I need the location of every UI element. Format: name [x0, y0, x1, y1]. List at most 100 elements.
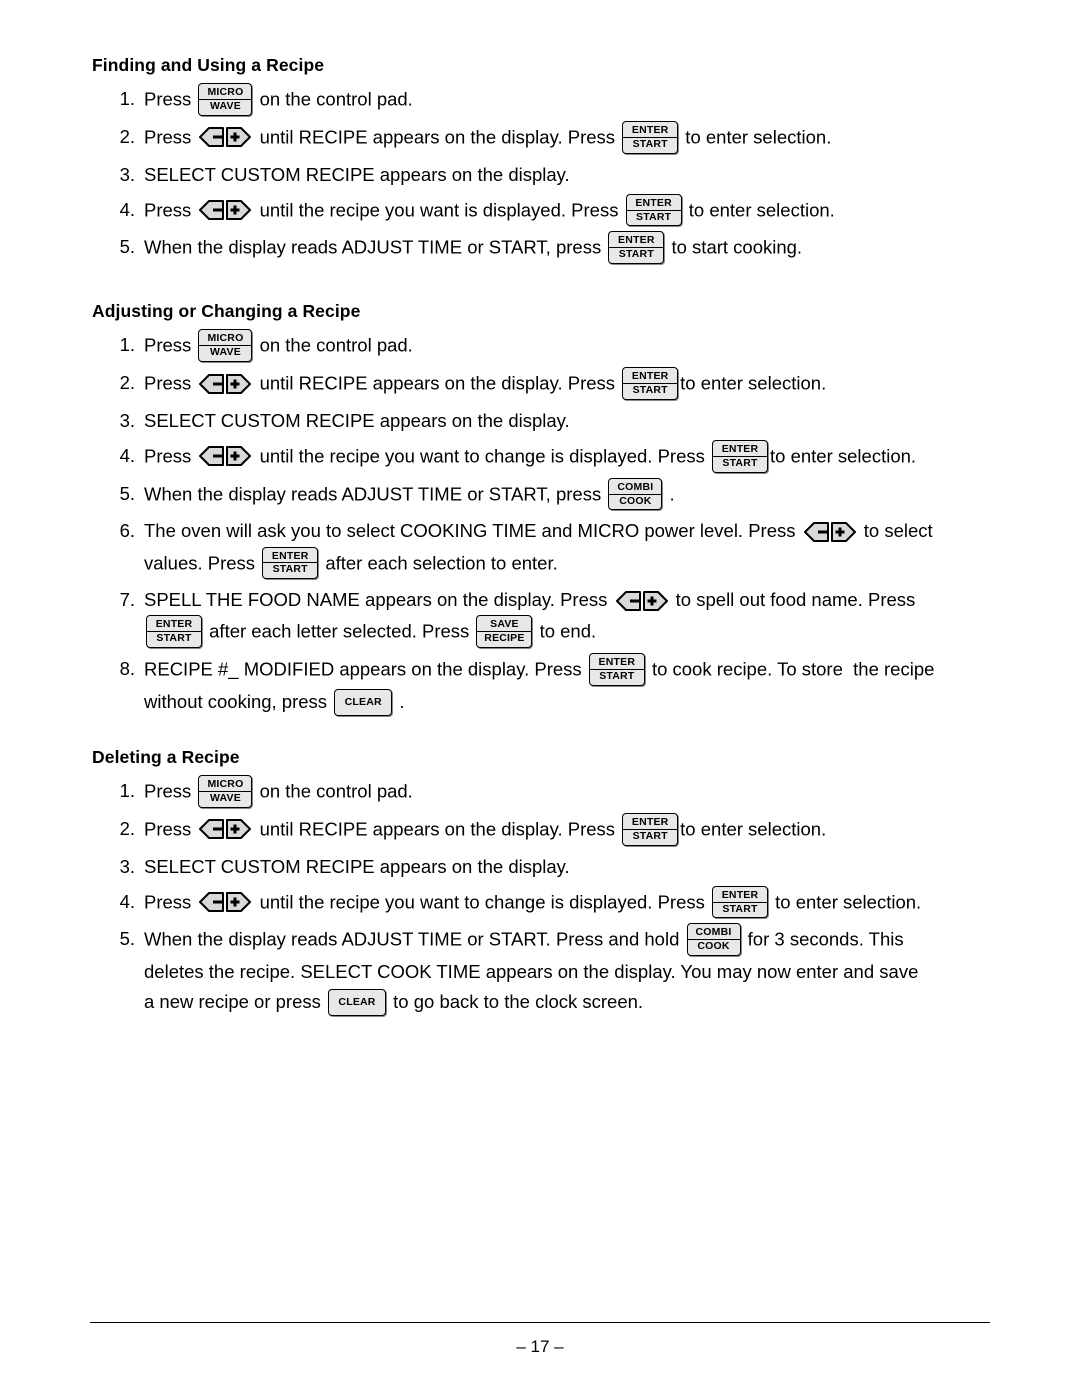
- step-number: 6.: [119, 520, 135, 542]
- key-label-line1: ENTER: [713, 443, 767, 457]
- combi-cook-key[interactable]: COMBI COOK: [686, 923, 741, 957]
- key-label-line2: START: [722, 456, 758, 469]
- step-list: 1. Press MICRO WAVE on the control pad. 2. P…: [92, 83, 990, 265]
- right-arrow-icon[interactable]: [830, 520, 856, 544]
- step-text: RECIPE #_ MODIFIED appears on the displa…: [144, 658, 587, 680]
- key-label-line2: WAVE: [209, 99, 241, 112]
- left-arrow-icon[interactable]: [615, 589, 642, 613]
- right-arrow-icon[interactable]: [225, 125, 252, 149]
- key-label-line2: START: [156, 632, 192, 645]
- micro-wave-key[interactable]: MICRO WAVE: [198, 775, 253, 808]
- key-label-line1: ENTER: [623, 371, 678, 384]
- section-title: Deleting a Recipe: [92, 747, 240, 768]
- step-text: until the recipe you want to change is d…: [254, 445, 710, 467]
- step-text: to enter selection.: [680, 372, 827, 394]
- step-number: 2.: [119, 125, 135, 147]
- key-label-line2: START: [722, 902, 758, 915]
- clear-key[interactable]: CLEAR: [334, 688, 393, 716]
- step-number: 3.: [119, 855, 135, 877]
- step-text: Press: [144, 88, 197, 110]
- micro-wave-key[interactable]: MICRO WAVE: [198, 329, 253, 363]
- step-item: 4. Press until the recipe you want is dis…: [92, 193, 990, 228]
- step-number: 3.: [119, 409, 135, 431]
- enter-start-key[interactable]: ENTER START: [625, 193, 682, 227]
- enter-start-key[interactable]: ENTER START: [712, 439, 768, 473]
- enter-start-key[interactable]: ENTER START: [622, 367, 679, 400]
- key-label-line1: COMBI: [687, 927, 740, 941]
- left-arrow-icon[interactable]: [199, 890, 225, 914]
- step-text: to enter selection.: [770, 890, 922, 912]
- step-number: 2.: [119, 372, 135, 394]
- key-label-line2: COOK: [697, 940, 730, 953]
- key-label-line2: START: [632, 829, 668, 842]
- step-number: 5.: [119, 236, 135, 258]
- step-item: 3. SELECT CUSTOM RECIPE appears on the di…: [92, 160, 990, 190]
- enter-start-key[interactable]: ENTER START: [608, 231, 665, 265]
- key-label-line1: ENTER: [713, 889, 767, 903]
- step-text: to start cooking.: [666, 236, 803, 258]
- left-arrow-icon[interactable]: [199, 817, 225, 841]
- left-arrow-icon[interactable]: [199, 198, 225, 222]
- right-arrow-icon[interactable]: [225, 198, 252, 222]
- enter-start-key[interactable]: ENTER START: [262, 546, 319, 580]
- step-item: 4. Press until the recipe you want to cha…: [92, 885, 990, 920]
- step-item: 2. Press until RECIPE appears on the disp…: [92, 812, 990, 847]
- micro-wave-key[interactable]: MICRO WAVE: [198, 83, 253, 116]
- step-number: 1.: [119, 334, 135, 356]
- step-text: SELECT CUSTOM RECIPE appears on the disp…: [144, 409, 570, 431]
- right-arrow-icon[interactable]: [225, 890, 252, 914]
- page-number: – 17 –: [516, 1337, 564, 1356]
- right-arrow-icon[interactable]: [225, 372, 252, 396]
- section-title: Finding and Using a Recipe: [92, 55, 325, 75]
- step-item: 4. Press until the recipe you want to cha…: [92, 439, 990, 474]
- key-label-line1: ENTER: [147, 619, 201, 633]
- arrow-keys-pair: [199, 194, 252, 224]
- key-label-line2: RECIPE: [484, 632, 525, 645]
- step-text: until RECIPE appears on the display. Pre…: [254, 372, 621, 394]
- section: Deleting a Recipe 1. Press MICRO WAVE on th…: [92, 747, 990, 1017]
- key-label-line2: START: [599, 670, 635, 683]
- step-number: 2.: [119, 817, 135, 839]
- step-text: until RECIPE appears on the display. Pre…: [254, 126, 621, 148]
- section: Adjusting or Changing a Recipe 1. Press MI…: [92, 301, 990, 717]
- section-title: Adjusting or Changing a Recipe: [92, 301, 361, 322]
- step-text: to enter selection.: [683, 198, 835, 220]
- step-item: 1. Press MICRO WAVE on the control pad.: [92, 83, 990, 117]
- step-item: 6. The oven will ask you to select COOKIN…: [92, 516, 990, 580]
- combi-cook-key[interactable]: COMBI COOK: [608, 477, 663, 511]
- step-item: 2. Press until RECIPE appears on the disp…: [92, 120, 990, 155]
- arrow-keys-pair: [199, 440, 252, 470]
- step-number: 1.: [119, 780, 135, 802]
- step-text: When the display reads ADJUST TIME or ST…: [144, 928, 685, 950]
- enter-start-key[interactable]: ENTER START: [146, 615, 202, 649]
- step-item: 8. RECIPE #_ MODIFIED appears on the disp…: [92, 653, 990, 717]
- left-arrow-icon[interactable]: [199, 372, 225, 396]
- footer-divider: [90, 1322, 990, 1323]
- left-arrow-icon[interactable]: [803, 520, 830, 544]
- key-label-line2: WAVE: [209, 346, 241, 359]
- left-arrow-icon[interactable]: [199, 444, 225, 468]
- left-arrow-icon[interactable]: [199, 125, 225, 149]
- right-arrow-icon[interactable]: [225, 444, 252, 468]
- section: Finding and Using a Recipe 1. Press MICRO W…: [92, 55, 990, 265]
- manual-page: Finding and Using a Recipe 1. Press MICRO W…: [0, 0, 1080, 1397]
- step-text: to spell out food name. Press: [675, 589, 916, 611]
- step-text: Press: [144, 198, 197, 220]
- arrow-keys-pair: [199, 886, 252, 916]
- key-label-line2: COOK: [619, 494, 652, 507]
- enter-start-key[interactable]: ENTER START: [622, 812, 679, 846]
- step-text: to enter selection.: [680, 126, 832, 148]
- step-number: 5.: [119, 928, 135, 950]
- step-item: 2. Press until RECIPE appears on the disp…: [92, 367, 990, 401]
- step-text: Press: [144, 372, 197, 394]
- right-arrow-icon[interactable]: [642, 589, 668, 613]
- right-arrow-icon[interactable]: [225, 817, 252, 841]
- step-text: until the recipe you want is displayed. …: [254, 198, 624, 220]
- enter-start-key[interactable]: ENTER START: [588, 653, 645, 687]
- save-recipe-key[interactable]: SAVE RECIPE: [476, 615, 533, 649]
- clear-key[interactable]: CLEAR: [328, 988, 387, 1016]
- step-item: 5. When the display reads ADJUST TIME or …: [92, 231, 990, 265]
- step-text: Press: [144, 334, 197, 356]
- enter-start-key[interactable]: ENTER START: [622, 120, 679, 154]
- enter-start-key[interactable]: ENTER START: [712, 885, 768, 919]
